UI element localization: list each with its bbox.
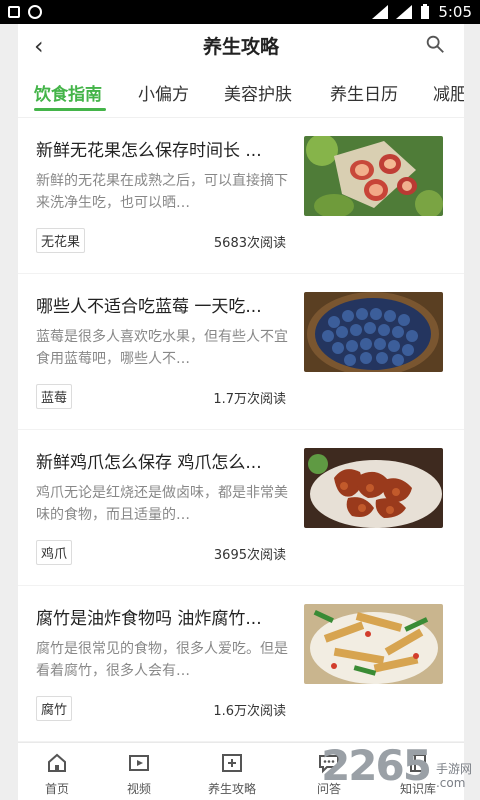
chevron-left-icon[interactable]: ‹: [34, 32, 44, 60]
status-bar: 5:05: [0, 0, 480, 24]
video-icon: [129, 755, 149, 771]
article-tag[interactable]: 腐竹: [36, 696, 73, 721]
read-count: 3695次阅读: [213, 548, 286, 563]
tab-weight-loss[interactable]: 减肥: [433, 80, 464, 105]
watermark-site: 手游网: [435, 762, 472, 776]
status-time: 5:05: [438, 3, 472, 21]
nav-label-health-guide: 养生攻略: [207, 782, 256, 796]
image-icon: [8, 6, 20, 18]
article-tag[interactable]: 鸡爪: [36, 540, 73, 565]
article-desc: 蓝莓是很多人喜欢吃水果，但有些人不宜食用蓝莓吧，哪些人不…: [36, 329, 288, 367]
category-tabs: 饮食指南 小偏方 美容护肤 养生日历 减肥: [18, 66, 464, 118]
article-tag[interactable]: 蓝莓: [36, 384, 73, 409]
fig-image[interactable]: [304, 136, 443, 216]
header: ‹ 养生攻略: [18, 24, 464, 66]
article-title[interactable]: 新鲜无花果怎么保存时间长 ...: [36, 136, 288, 161]
article-desc: 鸡爪无论是红烧还是做卤味，都是非常美味的食物，而且适量的…: [36, 485, 288, 523]
page-title: 养生攻略: [202, 35, 279, 58]
list-item[interactable]: 新鲜鸡爪怎么保存 鸡爪怎么... 鸡爪无论是红烧还是做卤味，都是非常美味的食物，…: [18, 430, 464, 586]
article-tag[interactable]: 无花果: [36, 228, 86, 253]
watermark-domain: .com: [435, 776, 466, 790]
search-icon[interactable]: [424, 33, 446, 55]
home-icon: [48, 753, 66, 772]
read-count: 5683次阅读: [213, 236, 286, 251]
nav-label-home: 首页: [44, 782, 69, 796]
list-item[interactable]: 腐竹是油炸食物吗 油炸腐竹... 腐竹是很常见的食物，很多人爱吃。但是看着腐竹，…: [18, 586, 464, 742]
watermark: 2265 手游网 .com: [321, 741, 472, 790]
nav-video[interactable]: 视频: [99, 751, 179, 797]
tab-beauty[interactable]: 美容护肤: [224, 80, 292, 105]
watermark-text: 手游网 .com: [436, 762, 472, 790]
article-title[interactable]: 新鲜鸡爪怎么保存 鸡爪怎么...: [36, 448, 288, 473]
tab-folk-remedies[interactable]: 小偏方: [138, 80, 189, 105]
nav-label-video: 视频: [126, 782, 151, 796]
blueberry-image[interactable]: [304, 292, 443, 372]
tofu-skin-image[interactable]: [304, 604, 443, 684]
watermark-number: 2265: [321, 741, 432, 790]
battery-icon: [421, 4, 430, 19]
article-title[interactable]: 哪些人不适合吃蓝莓 一天吃...: [36, 292, 288, 317]
chicken-feet-image[interactable]: [304, 448, 443, 528]
list-item[interactable]: 哪些人不适合吃蓝莓 一天吃... 蓝莓是很多人喜欢吃水果，但有些人不宜食用蓝莓吧…: [18, 274, 464, 430]
article-list: 新鲜无花果怎么保存时间长 ... 新鲜的无花果在成熟之后，可以直接摘下来洗净生吃…: [18, 118, 464, 742]
nav-home[interactable]: 首页: [17, 751, 97, 797]
read-count: 1.6万次阅读: [213, 704, 286, 719]
article-title[interactable]: 腐竹是油炸食物吗 油炸腐竹...: [36, 604, 288, 629]
read-count: 1.7万次阅读: [213, 392, 286, 407]
article-desc: 新鲜的无花果在成熟之后，可以直接摘下来洗净生吃，也可以晒…: [36, 173, 288, 211]
signal-icon: [396, 5, 413, 19]
tab-calendar[interactable]: 养生日历: [330, 80, 398, 105]
active-tab-indicator: [34, 108, 106, 111]
signal-icon: [372, 5, 389, 19]
tab-diet-guide[interactable]: 饮食指南: [34, 80, 102, 105]
circle-icon: [28, 5, 42, 19]
plus-box-icon: [222, 754, 242, 772]
article-desc: 腐竹是很常见的食物，很多人爱吃。但是看着腐竹，很多人会有…: [36, 641, 288, 679]
list-item[interactable]: 新鲜无花果怎么保存时间长 ... 新鲜的无花果在成熟之后，可以直接摘下来洗净生吃…: [18, 118, 464, 274]
nav-health-guide[interactable]: 养生攻略: [192, 751, 272, 797]
app-container: ‹ 养生攻略 饮食指南 小偏方 美容护肤 养生日历 减肥 新鲜无花果怎么保存时间…: [18, 24, 464, 800]
